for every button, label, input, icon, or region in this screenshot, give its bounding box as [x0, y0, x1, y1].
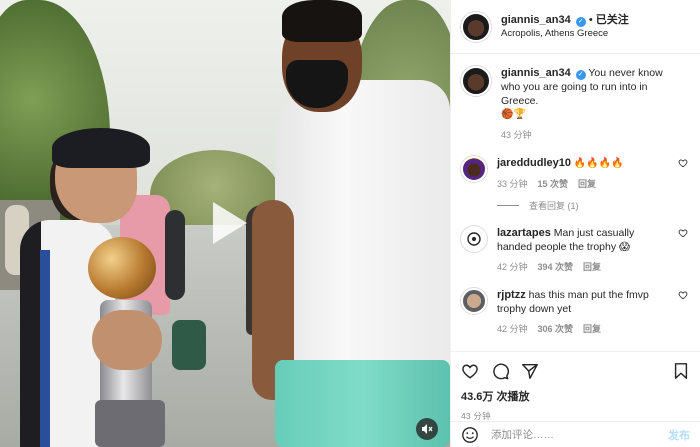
comment-time[interactable]: 42 分钟 — [497, 260, 528, 274]
comment-list[interactable]: giannis_an34 ✓ You never know who you ar… — [451, 54, 700, 351]
header-username[interactable]: giannis_an34 — [501, 14, 571, 26]
location-link[interactable]: Acropolis, Athens Greece — [501, 27, 629, 41]
post-video[interactable] — [0, 0, 450, 447]
trophy-ball — [88, 237, 156, 299]
post-button[interactable]: 发布 — [668, 427, 690, 443]
caption-username[interactable]: giannis_an34 — [501, 67, 571, 79]
comment-body: rjptzz has this man put the fmvp trophy … — [497, 288, 690, 336]
follow-button[interactable]: 已关注 — [596, 14, 629, 26]
view-replies-label: 查看回复 (1) — [529, 201, 579, 211]
view-replies[interactable]: 查看回复 (1) — [497, 199, 690, 212]
caption-body: giannis_an34 ✓ You never know who you ar… — [501, 66, 690, 142]
comment-text: 🔥🔥🔥🔥 — [573, 158, 624, 169]
kid-arm — [92, 310, 162, 370]
emoji-icon[interactable] — [461, 426, 479, 444]
avatar[interactable] — [461, 66, 491, 96]
man-white-shirt — [275, 80, 450, 380]
verified-icon: ✓ — [575, 70, 586, 80]
comment-username[interactable]: jareddudley10 — [497, 157, 571, 169]
heart-icon[interactable] — [461, 362, 479, 380]
comment-icon[interactable] — [491, 362, 509, 380]
replies-line — [497, 205, 519, 206]
trophy-base — [95, 400, 165, 447]
avatar[interactable] — [461, 156, 487, 182]
separator: • — [588, 13, 593, 26]
comment-body: lazartapes Man just casually handed peop… — [497, 226, 690, 274]
jersey-stripe — [40, 250, 50, 447]
comment-input[interactable] — [491, 428, 668, 441]
comment-likes[interactable]: 15 次赞 — [538, 177, 569, 191]
heart-icon[interactable] — [678, 228, 688, 238]
reply-button[interactable]: 回复 — [583, 260, 601, 274]
comment-username[interactable]: lazartapes — [497, 227, 551, 239]
comment-likes[interactable]: 394 次赞 — [538, 260, 574, 274]
kid-cap — [52, 128, 150, 168]
post-side-panel: giannis_an34 ✓ • 已关注 Acropolis, Athens G… — [450, 0, 700, 447]
avatar[interactable] — [461, 226, 487, 252]
comment-likes[interactable]: 306 次赞 — [538, 322, 574, 336]
comment-username[interactable]: rjptzz — [497, 289, 526, 301]
comment-time[interactable]: 33 分钟 — [497, 177, 528, 191]
header-text: giannis_an34 ✓ • 已关注 Acropolis, Athens G… — [501, 13, 629, 41]
heart-icon[interactable] — [678, 290, 688, 300]
man-hair — [282, 0, 362, 42]
reply-button[interactable]: 回复 — [578, 177, 596, 191]
post-actions: 43.6万 次播放 43 分钟 发布 — [451, 351, 700, 447]
camera-icon — [467, 232, 481, 246]
shopping-bag — [172, 320, 206, 370]
comment-item: rjptzz has this man put the fmvp trophy … — [461, 288, 690, 336]
background-person — [165, 210, 185, 300]
post-header: giannis_an34 ✓ • 已关注 Acropolis, Athens G… — [451, 0, 700, 54]
verified-icon: ✓ — [575, 16, 586, 27]
reply-button[interactable]: 回复 — [583, 322, 601, 336]
caption-time[interactable]: 43 分钟 — [501, 128, 532, 142]
caption: giannis_an34 ✓ You never know who you ar… — [461, 66, 690, 142]
view-count[interactable]: 43.6万 次播放 — [461, 388, 690, 404]
caption-emoji: 🏀🏆 — [501, 109, 526, 120]
audio-off-icon[interactable] — [416, 418, 438, 440]
heart-icon[interactable] — [678, 158, 688, 168]
comment-time[interactable]: 42 分钟 — [497, 322, 528, 336]
add-comment-bar: 发布 — [451, 421, 700, 447]
comment-body: jareddudley10 🔥🔥🔥🔥 33 分钟 15 次赞 回复 — [497, 156, 690, 191]
share-icon[interactable] — [521, 362, 539, 380]
bookmark-icon[interactable] — [672, 362, 690, 380]
comment-item: jareddudley10 🔥🔥🔥🔥 33 分钟 15 次赞 回复 — [461, 156, 690, 191]
avatar[interactable] — [461, 288, 487, 314]
avatar[interactable] — [461, 11, 491, 42]
comment-item: lazartapes Man just casually handed peop… — [461, 226, 690, 274]
play-icon[interactable] — [199, 196, 253, 250]
